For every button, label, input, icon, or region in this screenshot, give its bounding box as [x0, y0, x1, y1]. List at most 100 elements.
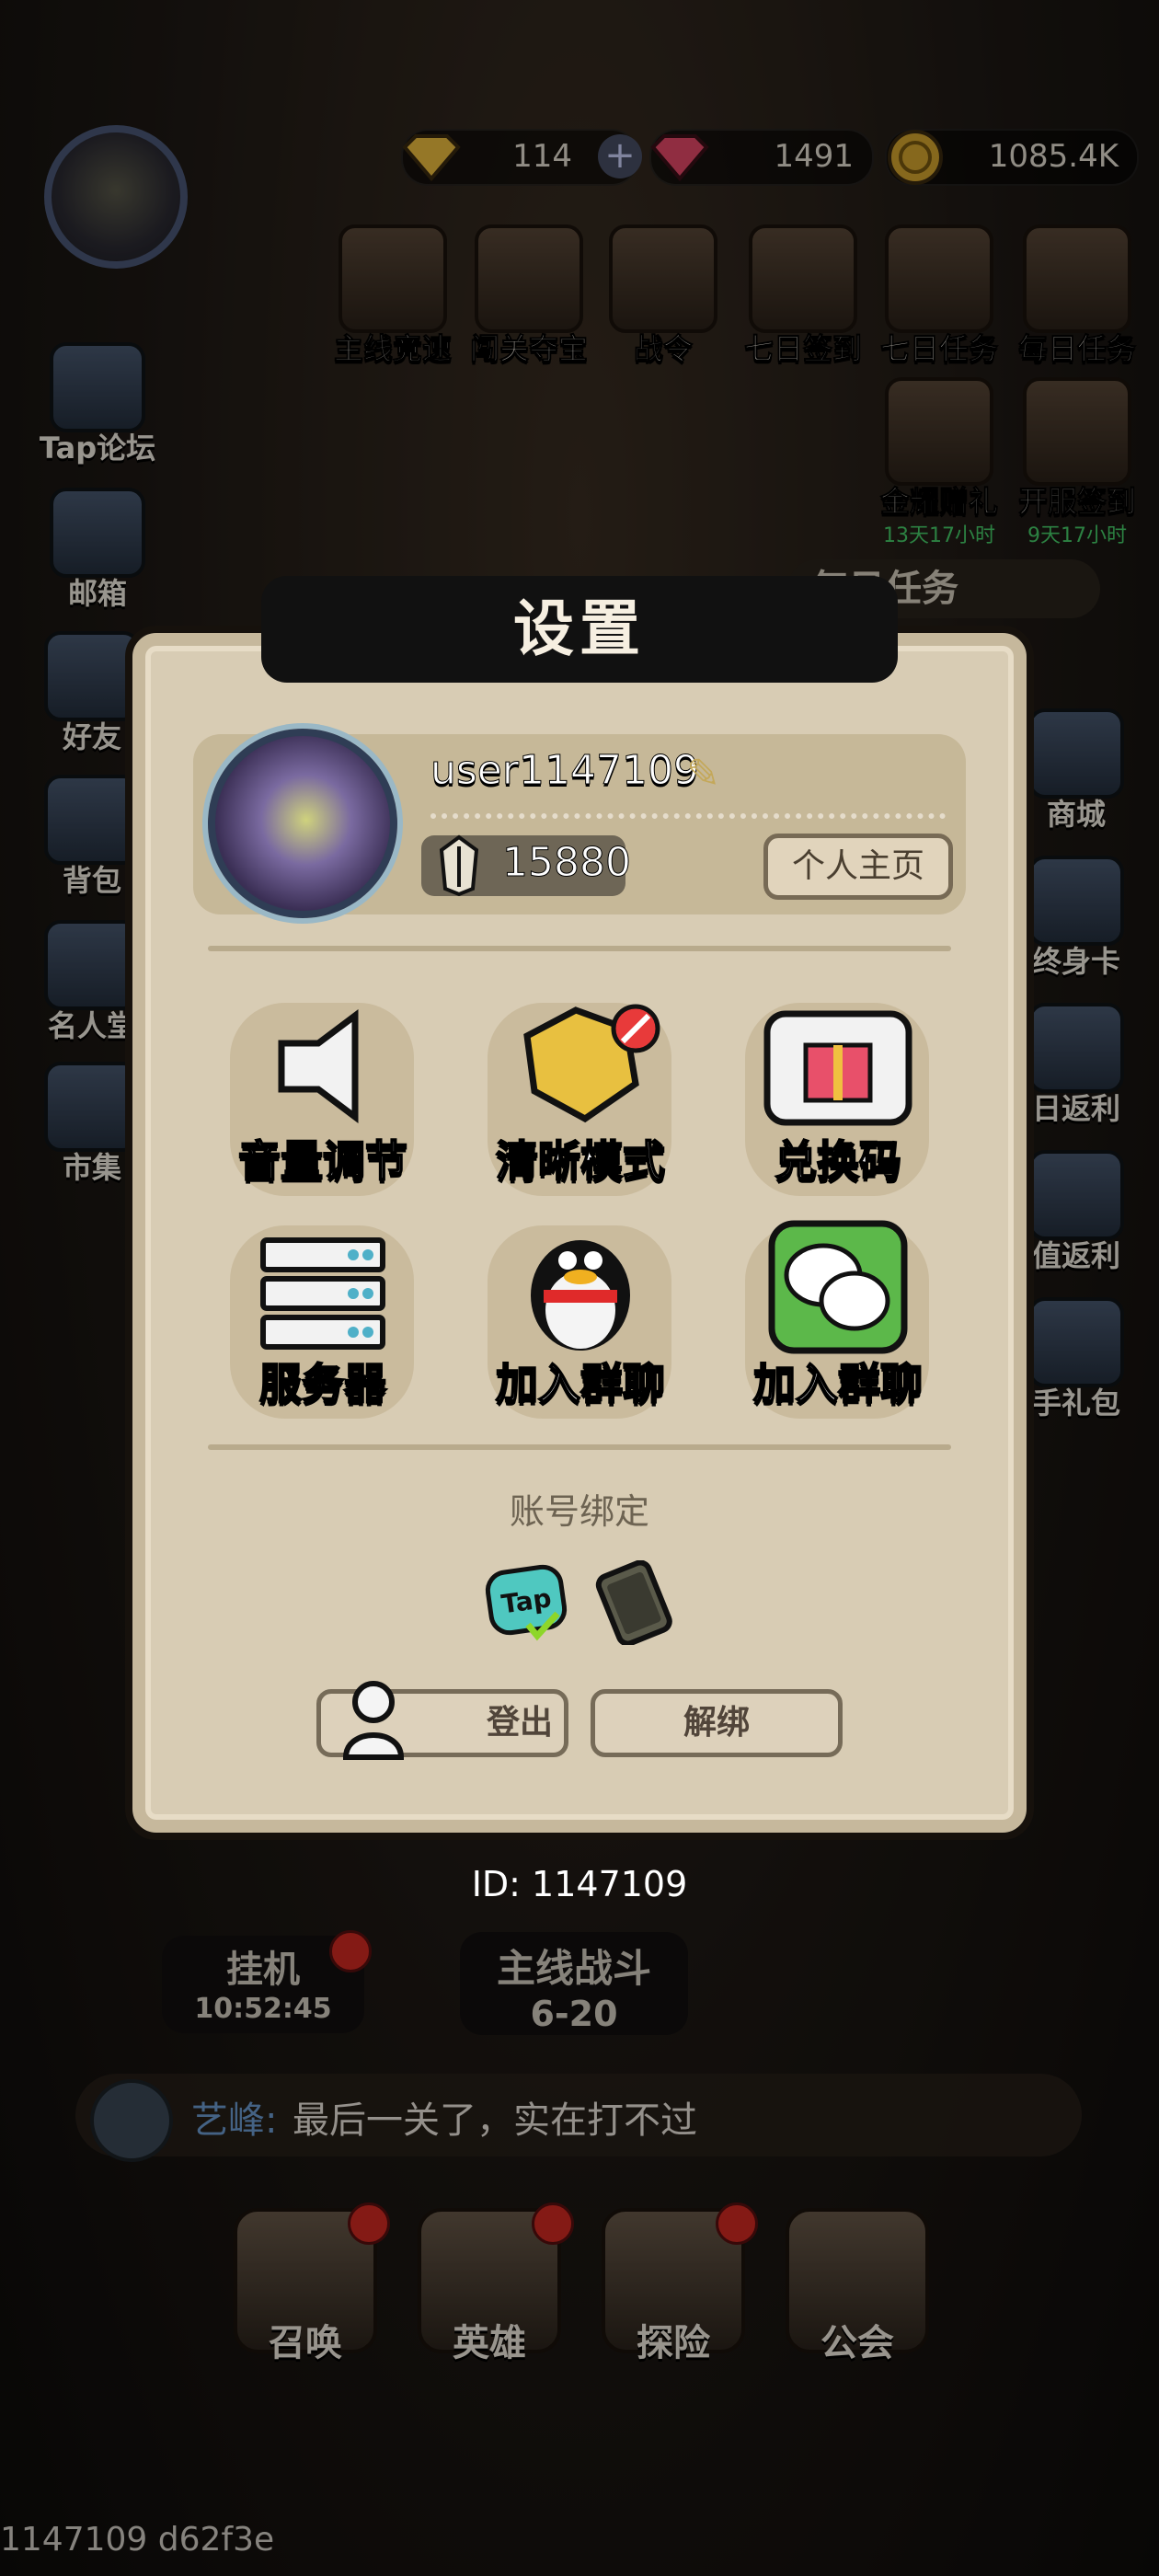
join-wechat-group-button[interactable]: 加入群聊: [723, 1213, 953, 1433]
profile-home-button[interactable]: 个人主页: [763, 834, 953, 900]
notification-badge: [532, 2202, 574, 2245]
event-label: 金耀赠礼: [879, 484, 998, 520]
nav-guild[interactable]: 公会: [784, 2208, 931, 2374]
join-qq-group-button[interactable]: 加入群聊: [465, 1213, 695, 1433]
event-server-signin[interactable]: 开服签到 9天17小时: [1017, 377, 1137, 548]
event-daily-tasks[interactable]: 每日任务: [1017, 224, 1137, 368]
event-label: 闯关夺宝: [469, 331, 588, 367]
option-label: 清晰模式: [495, 1135, 666, 1187]
chat-sender: 艺峰:: [191, 2099, 278, 2142]
nav-label: 探险: [637, 2322, 710, 2364]
section-divider: [208, 1444, 951, 1450]
option-label: 音量调节: [237, 1135, 408, 1187]
footer-build-id: 1147109 d62f3e: [0, 2521, 275, 2559]
modal-title: 设置: [513, 593, 646, 664]
tap-icon[interactable]: Tap: [484, 1560, 568, 1645]
server-icon: [260, 1237, 385, 1350]
book-icon: [1023, 224, 1131, 333]
player-id: ID: 1147109: [471, 1864, 688, 1904]
unbind-button[interactable]: 解绑: [591, 1689, 843, 1757]
pencil-icon[interactable]: ✎: [686, 751, 720, 798]
ruby-counter: 1491: [649, 129, 874, 186]
modal-title-bar: 设置: [261, 576, 898, 683]
event-timer: 13天17小时: [883, 524, 995, 547]
gift-box-icon: [1028, 1297, 1124, 1387]
event-battlepass[interactable]: 战令: [603, 224, 723, 368]
notification-badge: [348, 2202, 390, 2245]
qq-penguin-icon: [531, 1240, 630, 1351]
shop-bag-icon: [1028, 708, 1124, 799]
option-label: 兑换码: [774, 1135, 902, 1187]
chat-bubble-icon: [50, 342, 145, 432]
cake-icon: [1028, 1003, 1124, 1093]
clarity-icon: [523, 1004, 660, 1123]
diamond-counter[interactable]: 114 +: [401, 129, 642, 186]
main-battle-button[interactable]: 主线战斗 6-20: [460, 1932, 688, 2035]
option-label: 加入群聊: [752, 1358, 924, 1409]
power-icon: [439, 834, 479, 897]
section-divider: [208, 946, 951, 951]
crown-icon: [1028, 856, 1124, 946]
volume-setting-button[interactable]: 音量调节: [208, 990, 438, 1211]
battle-stage: 6-20: [530, 1994, 618, 2034]
add-diamond-button[interactable]: +: [598, 134, 642, 178]
coin-value: 1085.4K: [988, 138, 1119, 175]
nav-label: 英雄: [453, 2322, 526, 2364]
calendar-icon: [1023, 377, 1131, 486]
power-value: 15880: [502, 839, 632, 887]
chat-message: 最后一关了，实在打不过: [293, 2099, 697, 2142]
profile-divider: [430, 813, 946, 819]
horn-icon: [609, 224, 717, 333]
helmet-icon: [885, 224, 993, 333]
coin-counter: 1085.4K: [885, 129, 1139, 186]
event-label: 七日任务: [879, 331, 998, 367]
chat-avatar: [90, 2079, 173, 2162]
option-label: 加入群聊: [495, 1358, 666, 1409]
event-7day-tasks[interactable]: 七日任务: [879, 224, 999, 368]
event-treasure[interactable]: 闯关夺宝: [469, 224, 589, 368]
event-7day-signin[interactable]: 七日签到: [743, 224, 863, 368]
notification-badge: [716, 2202, 758, 2245]
redeem-code-button[interactable]: 兑换码: [723, 990, 953, 1211]
event-label: 开服签到: [1017, 484, 1136, 520]
profile-avatar[interactable]: [208, 729, 397, 918]
event-gift[interactable]: 金耀赠礼 13天17小时: [879, 377, 999, 548]
username: user1147109: [430, 747, 700, 795]
nav-label: 公会: [820, 2322, 894, 2364]
logout-label: 登出: [487, 1704, 554, 1742]
notification-badge: [329, 1930, 372, 1972]
event-label: 每日任务: [1017, 331, 1136, 367]
event-label: 战令: [633, 331, 693, 367]
sidebar-label: Tap论坛: [39, 431, 156, 466]
mail-icon: [50, 488, 145, 578]
calendar-icon: [885, 377, 993, 486]
clarity-mode-button[interactable]: 清晰模式: [465, 990, 695, 1211]
coin-icon: [888, 130, 943, 185]
nav-label: 召唤: [269, 2322, 342, 2364]
event-timer: 9天17小时: [1027, 524, 1127, 547]
sidebar-label: 邮箱: [67, 576, 127, 611]
sidebar-tap-forum[interactable]: Tap论坛: [33, 342, 162, 467]
ruby-icon: [650, 134, 709, 182]
idle-timer: 10:52:45: [194, 1993, 332, 2025]
battle-label: 主线战斗: [496, 1946, 651, 1991]
event-main-race[interactable]: 主线竞速: [333, 224, 453, 368]
event-label: 七日签到: [743, 331, 862, 367]
gift-icon: [763, 1010, 912, 1126]
phone-icon[interactable]: [591, 1560, 675, 1645]
player-avatar-top[interactable]: [44, 125, 188, 269]
option-label: 服务器: [258, 1358, 387, 1409]
person-icon: [342, 1681, 405, 1760]
speaker-icon: [278, 1009, 359, 1123]
diamond-icon: [402, 134, 461, 182]
coupon-icon: [1028, 1150, 1124, 1240]
trophy-icon: [339, 224, 447, 333]
server-button[interactable]: 服务器: [208, 1213, 438, 1433]
calendar-icon: [749, 224, 857, 333]
wolf-icon: [475, 224, 583, 333]
diamond-value: 114: [512, 138, 572, 175]
event-label: 主线竞速: [333, 331, 452, 367]
sidebar-mail[interactable]: 邮箱: [33, 488, 162, 613]
ruby-value: 1491: [774, 138, 854, 175]
wechat-icon: [768, 1220, 908, 1354]
